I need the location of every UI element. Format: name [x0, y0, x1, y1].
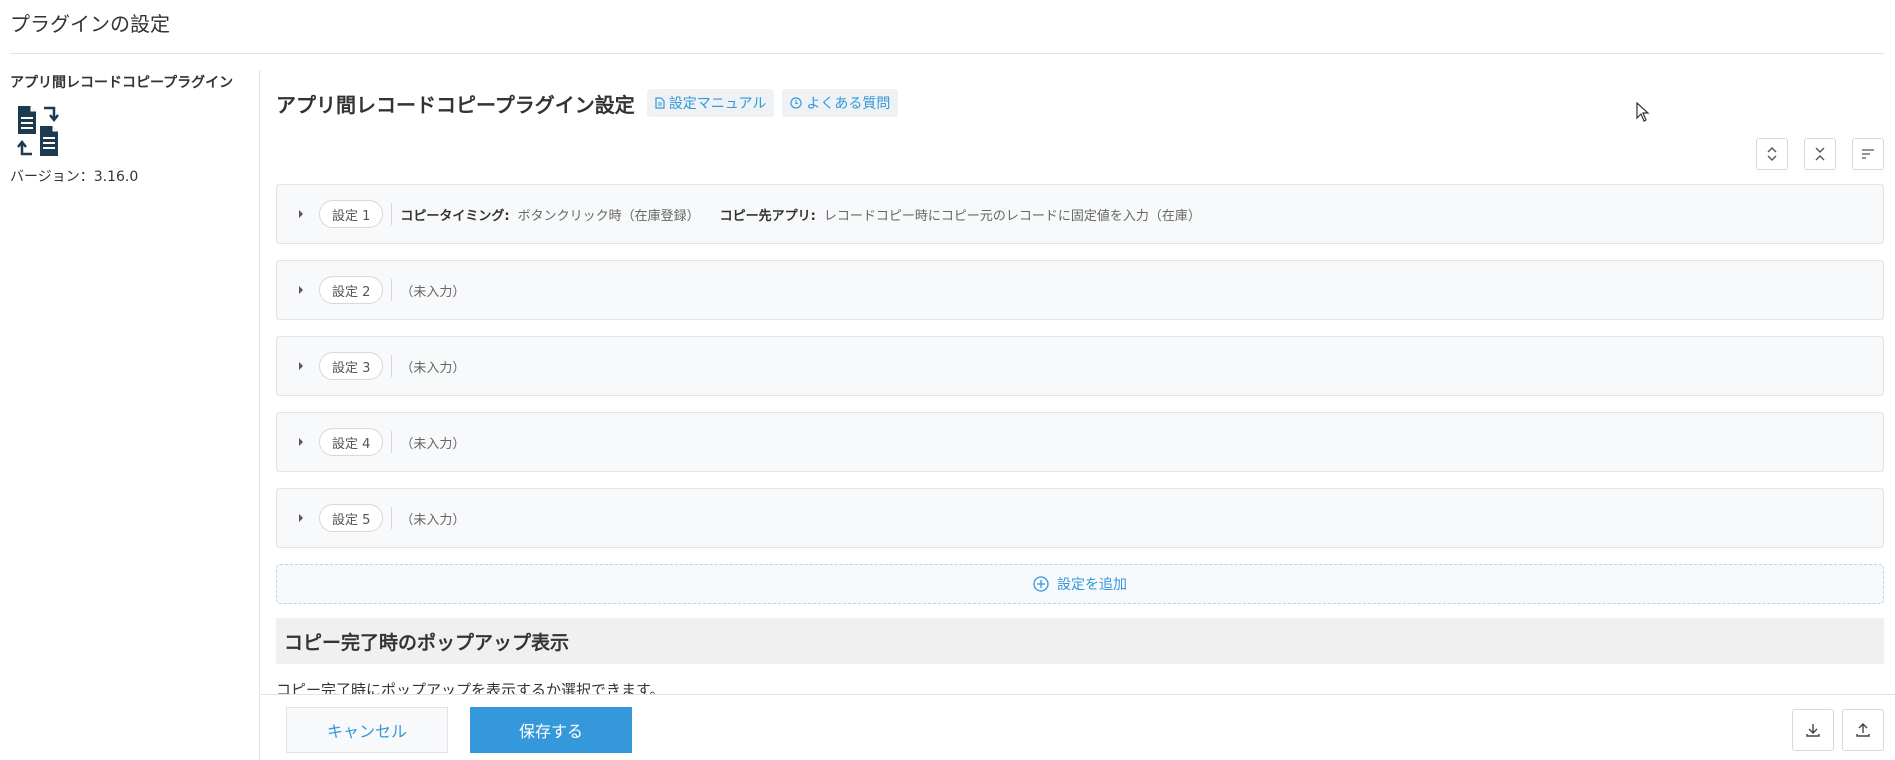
setting-badge: 設定 1 [319, 200, 384, 228]
title-divider [10, 53, 1884, 54]
setting-badge: 設定 3 [319, 352, 384, 380]
empty-text: （未入力） [400, 512, 466, 528]
manual-link[interactable]: 設定マニュアル [646, 89, 775, 117]
separator [391, 431, 393, 453]
collapse-all-button[interactable] [1804, 138, 1836, 170]
main-header: アプリ間レコードコピープラグイン設定 設定マニュアル よくある質問 [276, 88, 906, 118]
setting-badge: 設定 5 [319, 504, 384, 532]
main-panel: アプリ間レコードコピープラグイン設定 設定マニュアル よくある質問 設定 1 コ… [276, 70, 1884, 760]
expand-all-button[interactable] [1756, 138, 1788, 170]
copy-documents-icon [14, 104, 66, 158]
empty-text: （未入力） [400, 436, 466, 452]
empty-text: （未入力） [400, 284, 466, 300]
copy-timing-value: ボタンクリック時（在庫登録） [517, 208, 700, 224]
setting-row-5[interactable]: 設定 5 （未入力） [276, 488, 1884, 548]
tool-buttons [1740, 138, 1884, 170]
setting-row-1[interactable]: 設定 1 コピータイミング: ボタンクリック時（在庫登録） コピー先アプリ: レ… [276, 184, 1884, 244]
plus-circle-icon [1033, 576, 1049, 592]
plugin-name: アプリ間レコードコピープラグイン [10, 75, 234, 91]
upload-icon [1856, 723, 1870, 737]
document-icon [655, 97, 665, 109]
separator [391, 507, 393, 529]
target-app-label: コピー先アプリ: [719, 208, 816, 224]
faq-link[interactable]: よくある質問 [782, 89, 899, 117]
upload-button[interactable] [1842, 709, 1884, 751]
settings-list: 設定 1 コピータイミング: ボタンクリック時（在庫登録） コピー先アプリ: レ… [276, 184, 1884, 564]
manual-link-label: 設定マニュアル [668, 96, 767, 112]
separator [391, 279, 393, 301]
empty-text: （未入力） [400, 360, 466, 376]
separator [391, 203, 393, 225]
setting-badge: 設定 4 [319, 428, 384, 456]
setting-row-4[interactable]: 設定 4 （未入力） [276, 412, 1884, 472]
setting-row-3[interactable]: 設定 3 （未入力） [276, 336, 1884, 396]
question-circle-icon [790, 97, 803, 109]
caret-right-icon[interactable] [295, 514, 307, 522]
plugin-sidebar: アプリ間レコードコピープラグイン バージョン：3.16.0 [10, 70, 260, 760]
caret-right-icon[interactable] [295, 286, 307, 294]
page-title: プラグインの設定 [10, 12, 170, 36]
sort-button[interactable] [1852, 138, 1884, 170]
collapse-all-icon [1815, 147, 1825, 161]
cancel-button[interactable]: キャンセル [286, 707, 448, 753]
target-app-value: レコードコピー時にコピー元のレコードに固定値を入力（在庫） [823, 208, 1201, 224]
caret-right-icon[interactable] [295, 362, 307, 370]
add-setting-label: 設定を追加 [1057, 577, 1127, 593]
caret-right-icon[interactable] [295, 438, 307, 446]
setting-row-2[interactable]: 設定 2 （未入力） [276, 260, 1884, 320]
faq-link-label: よくある質問 [806, 96, 891, 112]
setting-badge: 設定 2 [319, 276, 384, 304]
plugin-version: バージョン：3.16.0 [10, 169, 139, 185]
download-button[interactable] [1792, 709, 1834, 751]
footer-bar: キャンセル 保存する [261, 694, 1895, 760]
expand-all-icon [1767, 147, 1777, 161]
mouse-cursor-icon [1636, 101, 1650, 126]
sort-icon [1862, 149, 1874, 159]
copy-timing-label: コピータイミング: [400, 208, 510, 224]
separator [391, 355, 393, 377]
settings-title: アプリ間レコードコピープラグイン設定 [276, 92, 635, 117]
caret-right-icon[interactable] [295, 210, 307, 218]
save-button[interactable]: 保存する [470, 707, 632, 753]
download-icon [1806, 724, 1820, 737]
popup-section-heading: コピー完了時のポップアップ表示 [276, 618, 1884, 664]
add-setting-button[interactable]: 設定を追加 [276, 564, 1884, 604]
